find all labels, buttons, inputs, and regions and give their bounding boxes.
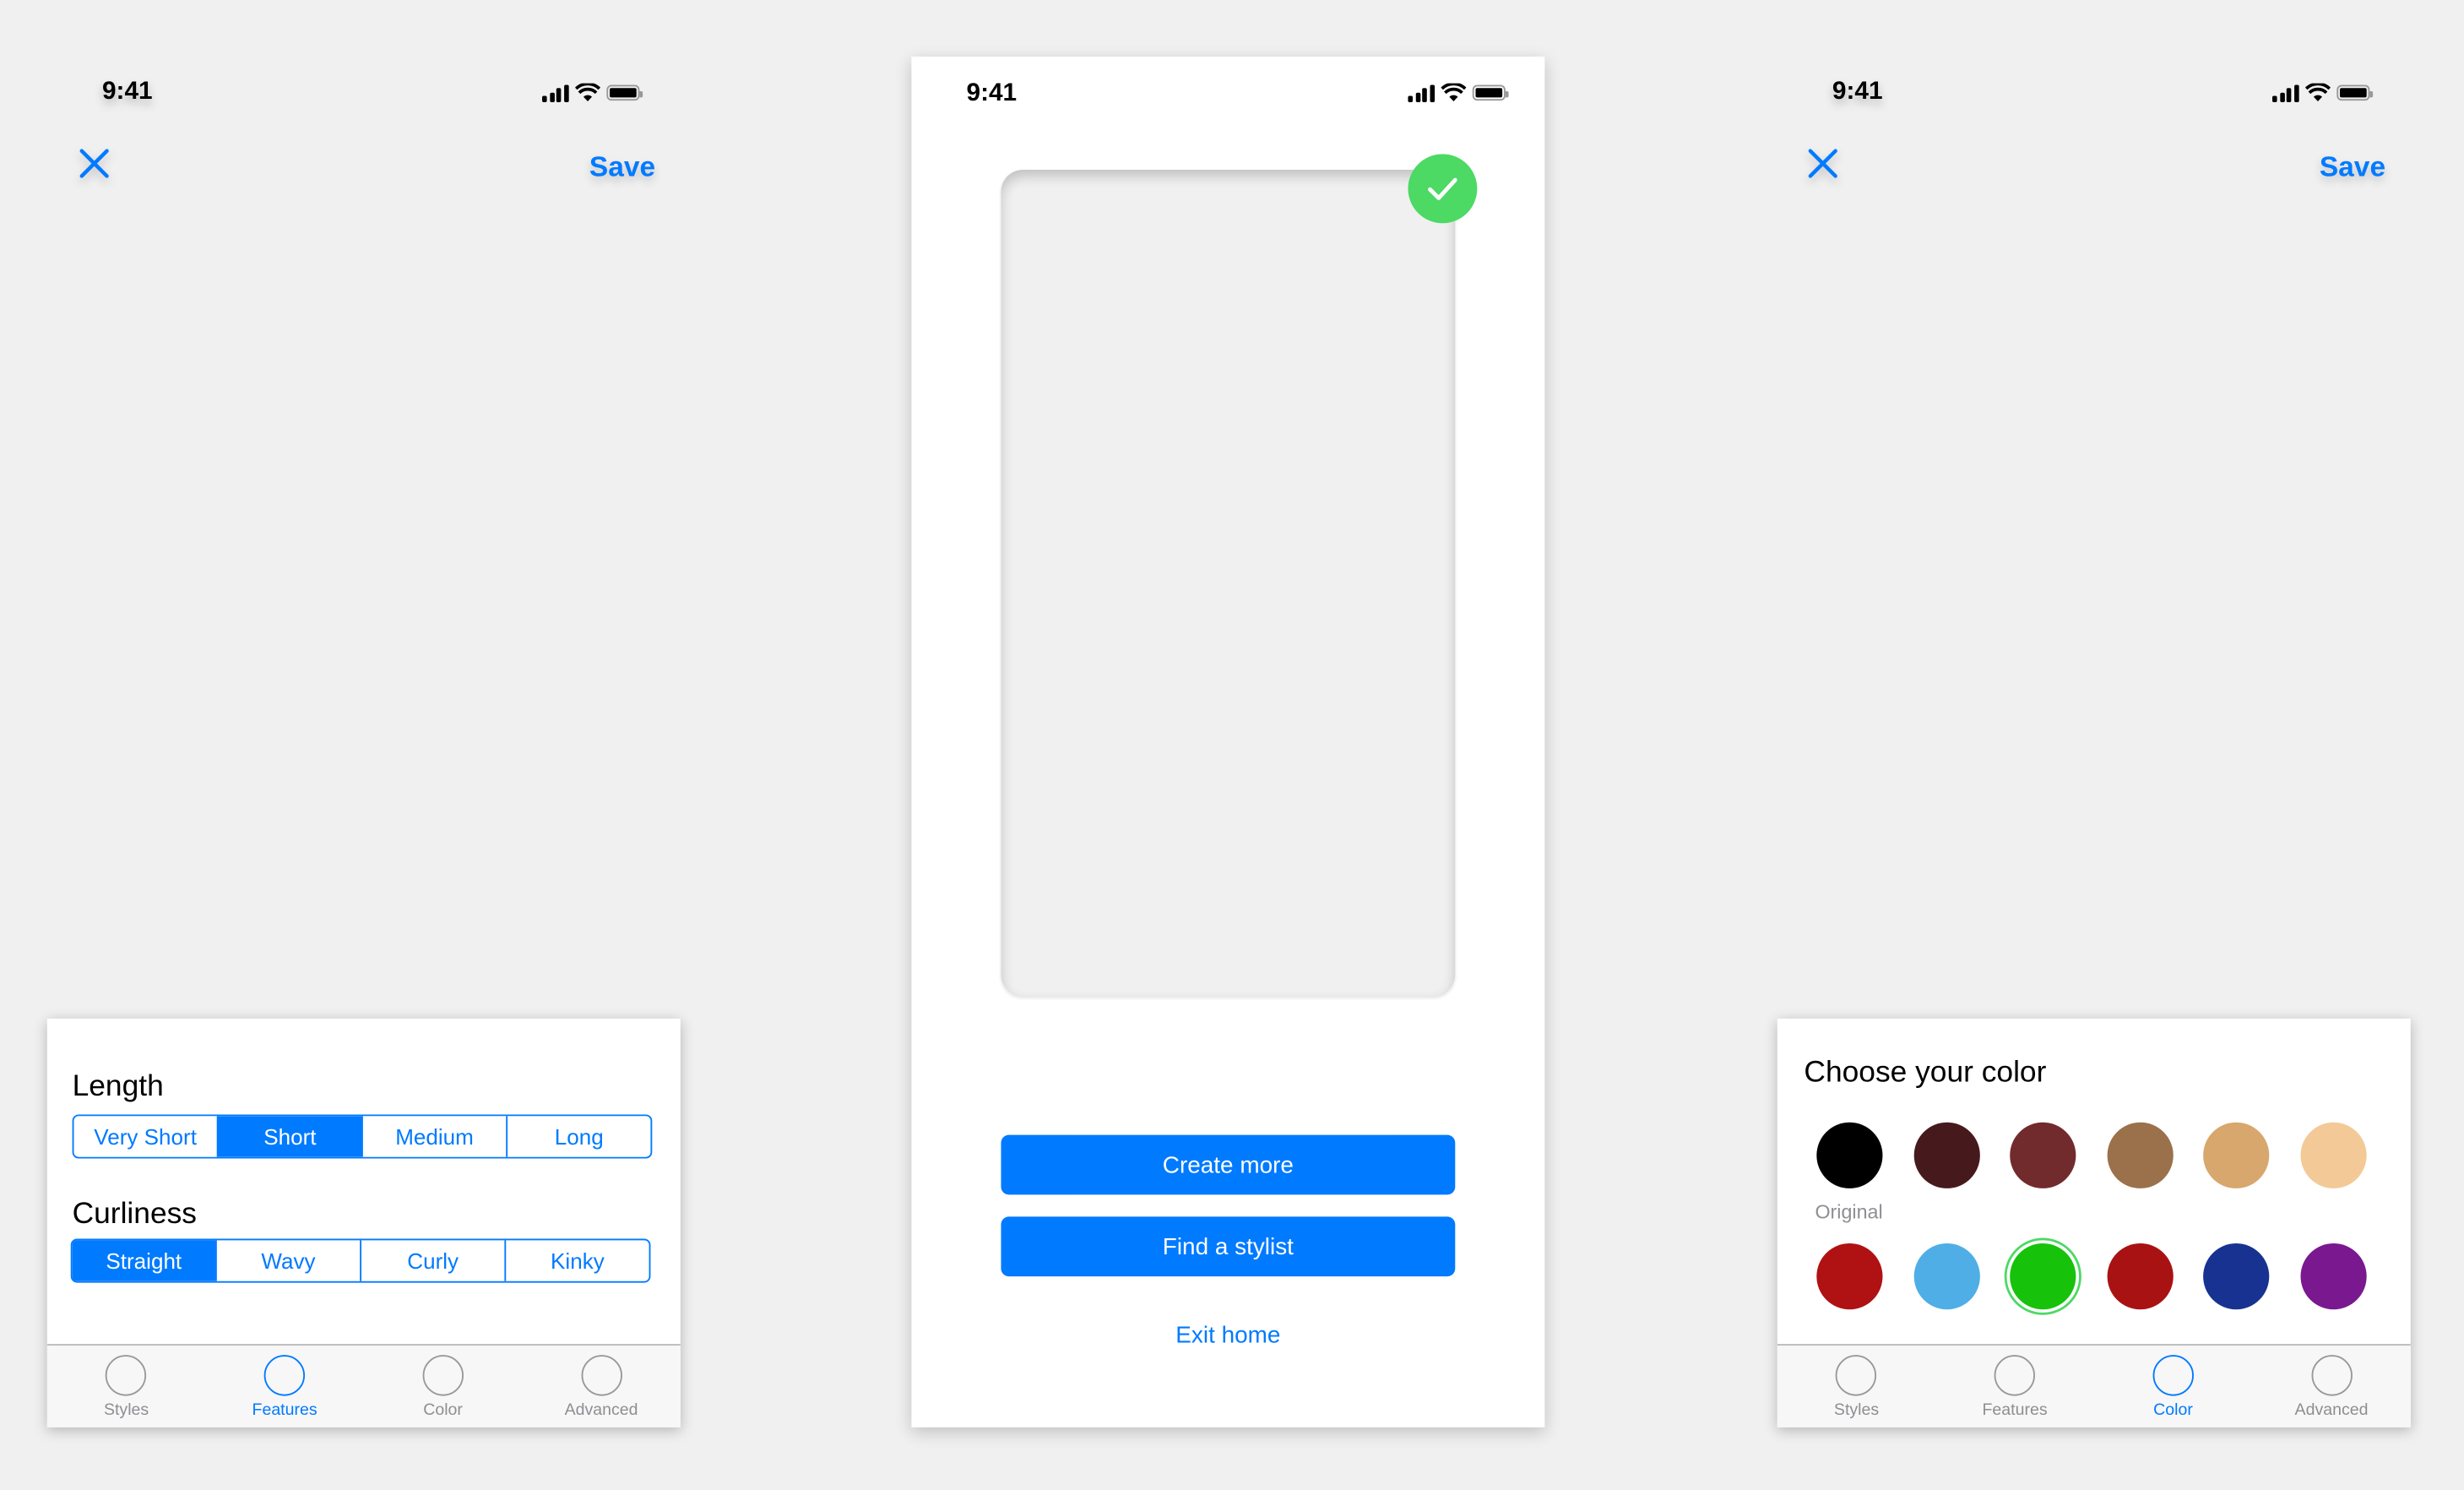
color-swatch[interactable] <box>1913 1122 1980 1188</box>
wifi-icon <box>574 83 600 102</box>
tab-bar: Styles Features Color Advanced <box>1777 1344 2411 1427</box>
wifi-icon <box>2304 83 2330 102</box>
checkmark-circle-icon <box>1408 154 1478 224</box>
color-swatch[interactable] <box>2107 1243 2174 1310</box>
battery-icon <box>605 84 643 101</box>
find-stylist-button[interactable]: Find a stylist <box>1001 1216 1456 1277</box>
curliness-segmented-control: Straight Wavy Curly Kinky <box>70 1238 651 1283</box>
save-button[interactable]: Save <box>589 151 655 184</box>
status-time: 9:41 <box>1832 79 1883 106</box>
color-panel: Choose your color Original Styles Feature… <box>1777 1018 2411 1427</box>
advanced-tab-icon <box>2310 1355 2353 1396</box>
battery-icon <box>2336 84 2373 101</box>
styles-tab-icon <box>106 1355 147 1396</box>
exit-home-link[interactable]: Exit home <box>1001 1322 1455 1349</box>
color-swatch[interactable] <box>2203 1243 2270 1310</box>
length-option-medium[interactable]: Medium <box>361 1116 506 1157</box>
length-label: Length <box>72 1070 164 1104</box>
hairstyle-preview-image <box>1001 169 1456 997</box>
status-time: 9:41 <box>966 79 1018 107</box>
color-swatch[interactable] <box>2203 1122 2270 1188</box>
advanced-tab-icon <box>580 1355 622 1396</box>
status-icons <box>542 83 643 102</box>
tab-label: Color <box>2153 1400 2193 1420</box>
curliness-option-straight[interactable]: Straight <box>72 1240 215 1281</box>
color-swatch[interactable] <box>2010 1243 2076 1310</box>
tab-advanced[interactable]: Advanced <box>522 1346 680 1427</box>
tab-features[interactable]: Features <box>1935 1346 2093 1427</box>
color-swatch[interactable] <box>2300 1243 2367 1310</box>
wifi-icon <box>1440 83 1466 102</box>
color-tab-icon <box>422 1355 464 1396</box>
signal-icon <box>542 84 568 102</box>
choose-color-title: Choose your color <box>1804 1056 2047 1090</box>
tab-label: Color <box>423 1400 463 1420</box>
status-icons <box>1408 83 1508 102</box>
curliness-option-curly[interactable]: Curly <box>360 1240 504 1281</box>
tab-color[interactable]: Color <box>2094 1346 2252 1427</box>
color-swatch[interactable] <box>1816 1243 1883 1310</box>
styles-tab-icon <box>1836 1355 1877 1396</box>
color-swatch[interactable] <box>2300 1122 2367 1188</box>
canvas: 9:41 Save Length Very Short Short Medium Lo… <box>0 0 2464 1490</box>
signal-icon <box>2272 84 2298 102</box>
status-time: 9:41 <box>101 79 153 106</box>
color-swatch[interactable] <box>2107 1122 2174 1188</box>
result-screen: 9:41 Create more Find a stylist Exit hom… <box>911 56 1545 1427</box>
signal-icon <box>1408 84 1435 102</box>
tab-label: Features <box>252 1400 317 1420</box>
length-segmented-control: Very Short Short Medium Long <box>72 1114 653 1159</box>
features-panel: Length Very Short Short Medium Long Curline… <box>46 1018 681 1427</box>
curliness-option-kinky[interactable]: Kinky <box>504 1240 649 1281</box>
tab-advanced[interactable]: Advanced <box>2252 1346 2410 1427</box>
close-icon[interactable] <box>77 146 111 181</box>
length-option-short[interactable]: Short <box>216 1116 362 1157</box>
features-tab-icon <box>263 1355 306 1396</box>
tab-label: Styles <box>103 1400 149 1420</box>
color-swatch[interactable] <box>1913 1243 1980 1310</box>
curliness-label: Curliness <box>72 1198 198 1232</box>
tab-label: Styles <box>1833 1400 1880 1420</box>
original-label: Original <box>1815 1200 1883 1223</box>
length-option-very-short[interactable]: Very Short <box>73 1116 216 1156</box>
color-tab-icon <box>2152 1355 2194 1396</box>
status-icons <box>2272 83 2373 102</box>
tab-color[interactable]: Color <box>364 1346 522 1427</box>
color-swatch[interactable] <box>1816 1122 1883 1188</box>
color-swatch[interactable] <box>2010 1122 2076 1188</box>
tab-label: Features <box>1982 1400 2048 1420</box>
close-icon[interactable] <box>1805 146 1840 181</box>
tab-bar: Styles Features Color Advanced <box>46 1344 681 1427</box>
tab-styles[interactable]: Styles <box>1777 1346 1935 1427</box>
tab-label: Advanced <box>564 1400 638 1420</box>
features-tab-icon <box>1994 1355 2036 1396</box>
tab-styles[interactable]: Styles <box>47 1346 205 1427</box>
curliness-option-wavy[interactable]: Wavy <box>214 1240 360 1281</box>
save-button[interactable]: Save <box>2320 151 2385 184</box>
battery-icon <box>1471 84 1508 101</box>
tab-features[interactable]: Features <box>205 1346 363 1427</box>
tab-label: Advanced <box>2294 1400 2369 1420</box>
length-option-long[interactable]: Long <box>506 1116 650 1157</box>
create-more-button[interactable]: Create more <box>1001 1134 1456 1195</box>
